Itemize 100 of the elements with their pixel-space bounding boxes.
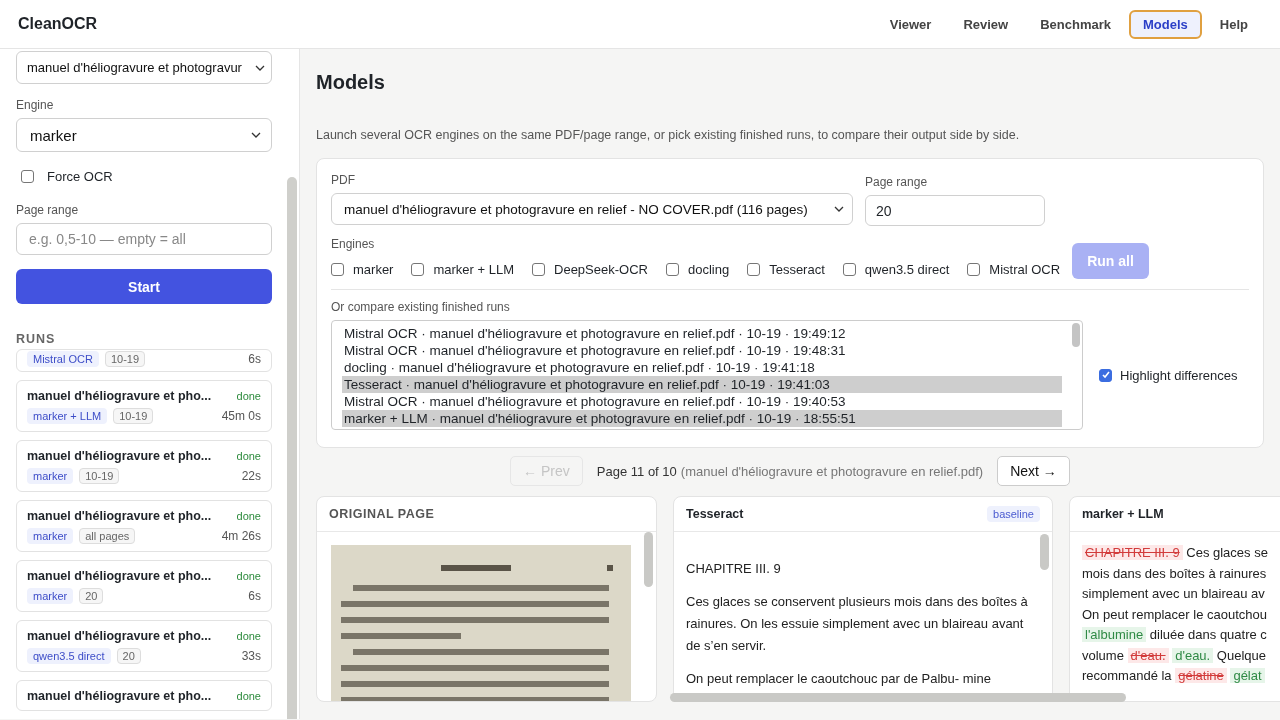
run-card[interactable]: manuel d'héliogravure et pho... done marker all pages 4m 26s bbox=[16, 500, 272, 552]
run-duration: 22s bbox=[241, 469, 261, 483]
pdf-select[interactable]: manuel d'héliogravure et photogravur bbox=[16, 51, 272, 84]
diff-line: On peut remplacer le caoutchou bbox=[1082, 605, 1268, 624]
run-status: done bbox=[236, 690, 261, 702]
run-card[interactable]: manuel d'héliogravure et pho... done bbox=[16, 680, 272, 711]
chevron-icon bbox=[251, 132, 261, 138]
scrollbar bbox=[1040, 534, 1049, 570]
checkbox[interactable] bbox=[21, 170, 34, 183]
diff-line: simplement avec un blaireau av bbox=[1082, 585, 1266, 603]
field-label: Or compare existing finished runs bbox=[331, 300, 511, 314]
listbox-option[interactable]: docling · manuel d'héliogravure et photogravure en relief.pdf · 10-19 · 19:41:18 bbox=[342, 359, 1062, 376]
scrollbar bbox=[644, 532, 653, 587]
checkbox-label: Mistral OCR bbox=[989, 261, 1061, 277]
checkbox[interactable] bbox=[665, 262, 679, 276]
run-status: done bbox=[236, 450, 261, 462]
panel-title: Tesseract bbox=[686, 507, 744, 521]
nav-tab[interactable]: Help bbox=[1205, 9, 1262, 39]
run-card[interactable]: manuel d'héliogravure et pho... done marker 20 6s bbox=[16, 560, 272, 612]
checkbox[interactable] bbox=[331, 262, 344, 276]
field-label: Page range bbox=[16, 203, 80, 217]
run-duration: 4m 26s bbox=[221, 529, 261, 543]
diff-line: mois dans des boîtes à rainures bbox=[1082, 564, 1268, 583]
chevron-icon bbox=[255, 64, 265, 71]
chevron-icon bbox=[834, 206, 844, 212]
field-label: Page range bbox=[865, 175, 929, 189]
page-range-input[interactable]: e.g. 0,5-10 — empty = all bbox=[16, 223, 272, 255]
ocr-paragraph: CHAPITRE III. 9 bbox=[686, 560, 782, 578]
listbox-option[interactable]: Mistral OCR · manuel d'héliogravure et photogravure en relief.pdf · 10-19 · 19:40:53 bbox=[342, 393, 1062, 410]
nav-tab[interactable]: Viewer bbox=[875, 9, 946, 39]
checkbox[interactable] bbox=[532, 262, 545, 276]
listbox-option[interactable]: Tesseract · manuel d'héliogravure et photogravure en relief.pdf · 10-19 · 19:41:03 bbox=[342, 376, 1062, 393]
run-title: manuel d'héliogravure et pho... bbox=[27, 389, 213, 403]
page-tag: 20 bbox=[116, 648, 141, 664]
page-status: Page 11 of 10 bbox=[596, 463, 677, 479]
page-tag: 10-19 bbox=[79, 468, 120, 484]
section-heading: RUNS bbox=[16, 332, 57, 346]
engine-select[interactable]: marker bbox=[16, 118, 272, 152]
next-button[interactable]: Next → bbox=[997, 456, 1070, 486]
engine-tag: qwen3.5 direct bbox=[27, 648, 111, 664]
run-duration: 6s bbox=[248, 589, 261, 603]
run-duration: 45m 0s bbox=[221, 409, 261, 423]
runs-listbox[interactable] bbox=[331, 320, 1083, 430]
engine-tag: marker bbox=[27, 528, 74, 544]
baseline-badge: baseline bbox=[987, 506, 1040, 522]
engine-tag: marker + LLM bbox=[27, 408, 108, 424]
panel-title: ORIGINAL PAGE bbox=[329, 507, 435, 521]
page-tag: all pages bbox=[79, 528, 136, 544]
page-description: Launch several OCR engines on the same PDF/page range, or pick existing finished runs, to compare their output side by side. bbox=[316, 128, 1021, 142]
field-label: Engines bbox=[331, 237, 376, 251]
run-status: done bbox=[236, 630, 261, 642]
page-tag: 20 bbox=[79, 588, 104, 604]
start-button[interactable]: Start bbox=[16, 269, 272, 304]
checkbox[interactable] bbox=[967, 262, 981, 276]
run-card[interactable]: Mistral OCR 10-19 6s bbox=[16, 349, 272, 372]
checkbox[interactable] bbox=[1099, 368, 1112, 382]
nav-tab[interactable]: Benchmark bbox=[1026, 9, 1126, 39]
panel-title: marker + LLM bbox=[1082, 507, 1164, 521]
nav-tab[interactable]: Review bbox=[949, 9, 1023, 39]
pdf-select[interactable]: manuel d'héliogravure et photogravure en relief - NO COVER.pdf (116 pages) bbox=[331, 193, 853, 225]
run-title: manuel d'héliogravure et pho... bbox=[27, 509, 213, 523]
engine-tag: marker bbox=[27, 588, 74, 604]
checkbox-label: docling bbox=[687, 261, 730, 277]
ocr-paragraph: Ces glaces se conservent plusieurs mois dans des boîtes à rainures. On les essuie simplement avec un blaireau avant de s’en servir. bbox=[686, 593, 1029, 655]
run-duration: 6s bbox=[248, 352, 261, 366]
run-status: done bbox=[236, 510, 261, 522]
listbox-option[interactable]: Mistral OCR · manuel d'héliogravure et photogravure en relief.pdf · 10-19 · 19:49:12 bbox=[342, 325, 1062, 342]
checkbox-label: Force OCR bbox=[47, 169, 113, 184]
checkbox[interactable] bbox=[747, 262, 761, 276]
checkbox-label: marker + LLM bbox=[433, 261, 514, 277]
nav-tab[interactable]: Models bbox=[1129, 9, 1202, 39]
diff-line: CHAPITRE III. 9 Ces glaces se bbox=[1082, 543, 1280, 564]
checkbox-label: Tesseract bbox=[769, 261, 825, 277]
ocr-paragraph: On peut remplacer le caoutchouc par de Palbu- mine bbox=[686, 670, 992, 688]
diff-line: recommandé la gélatine gélat bbox=[1082, 666, 1280, 687]
diff-line: volume d'eau. d'eau. Quelque bbox=[1082, 646, 1267, 665]
run-card[interactable]: manuel d'héliogravure et pho... done qwen3.5 direct 20 33s bbox=[16, 620, 272, 672]
field-label: Engine bbox=[16, 98, 55, 112]
checkbox-label: Highlight differences bbox=[1120, 367, 1238, 383]
field-label: PDF bbox=[331, 173, 356, 187]
page-range-input[interactable]: 20 bbox=[865, 195, 1045, 226]
page-tag: 10-19 bbox=[104, 351, 146, 367]
run-title: manuel d'héliogravure et pho... bbox=[27, 449, 213, 463]
page-title: Models bbox=[316, 71, 386, 94]
page-source: (manuel d'héliogravure et photogravure en relief.pdf) bbox=[680, 463, 984, 479]
run-status: done bbox=[236, 390, 261, 402]
run-status: done bbox=[236, 570, 261, 582]
listbox-option[interactable]: marker + LLM · manuel d'héliogravure et photogravure en relief.pdf · 10-19 · 18:55:51 bbox=[342, 410, 1062, 427]
run-title: manuel d'héliogravure et pho... bbox=[27, 689, 213, 703]
diff-line: l'albumine diluée dans quatre c bbox=[1082, 625, 1280, 646]
app-logo: CleanOCR bbox=[18, 15, 98, 33]
checkbox[interactable] bbox=[411, 262, 425, 276]
engine-tag: Mistral OCR bbox=[27, 351, 99, 367]
checkbox-label: DeepSeek-OCR bbox=[554, 261, 648, 277]
checkbox-label: qwen3.5 direct bbox=[864, 261, 950, 277]
run-card[interactable]: manuel d'héliogravure et pho... done marker + LLM 10-19 45m 0s bbox=[16, 380, 272, 432]
run-title: manuel d'héliogravure et pho... bbox=[27, 569, 213, 583]
run-card[interactable]: manuel d'héliogravure et pho... done marker 10-19 22s bbox=[16, 440, 272, 492]
checkbox[interactable] bbox=[842, 262, 856, 276]
listbox-option[interactable]: Mistral OCR · manuel d'héliogravure et photogravure en relief.pdf · 10-19 · 19:48:31 bbox=[342, 342, 1062, 359]
